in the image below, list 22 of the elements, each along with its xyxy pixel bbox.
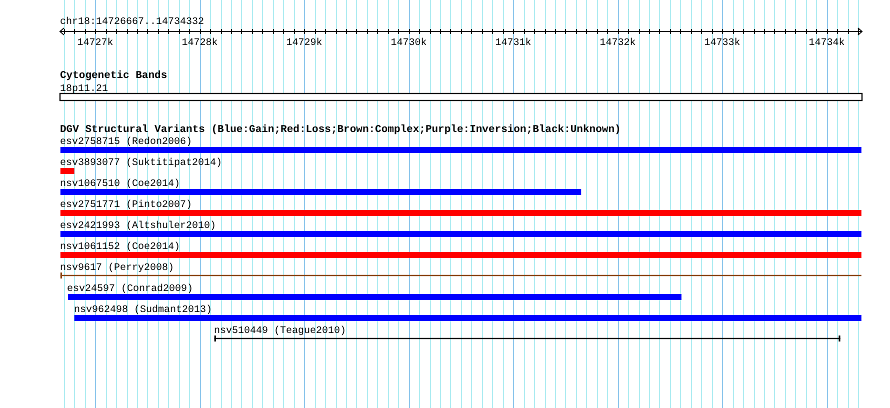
feature-label: nsv962498 (Sudmant2013) <box>74 305 212 316</box>
feature-label: esv2421993 (Altshuler2010) <box>60 221 216 232</box>
track-title: DGV Structural Variants (Blue:Gain;Red:Loss;Brown:Complex;Purple:Inversion;Black:Unknown) <box>60 124 621 136</box>
tick-label: 14729k <box>286 38 322 49</box>
feature-label: esv2751771 (Pinto2007) <box>60 200 192 211</box>
feature-label: nsv1067510 (Coe2014) <box>60 179 180 190</box>
track-title: Cytogenetic Bands <box>60 70 168 82</box>
feature-label: esv2758715 (Redon2006) <box>60 137 192 148</box>
tick-label: 14732k <box>600 38 636 49</box>
region-label: chr18:14726667..14734332 <box>60 17 204 28</box>
tick-label: 14727k <box>77 38 114 49</box>
feature-label: esv24597 (Conrad2009) <box>67 284 194 295</box>
feature-label: nsv1061152 (Coe2014) <box>60 242 180 253</box>
tick-label: 14733k <box>704 38 740 49</box>
tick-label: 14731k <box>495 38 532 49</box>
feature-label: nsv510449 (Teague2010) <box>214 326 346 337</box>
tick-label: 14734k <box>808 38 845 49</box>
tick-label: 14730k <box>390 38 427 49</box>
feature-label: 18p11.21 <box>60 84 108 95</box>
tick-label: 14728k <box>182 38 218 49</box>
feature-label: esv3893077 (Suktitipat2014) <box>60 158 222 169</box>
feature-label: nsv9617 (Perry2008) <box>60 263 174 274</box>
